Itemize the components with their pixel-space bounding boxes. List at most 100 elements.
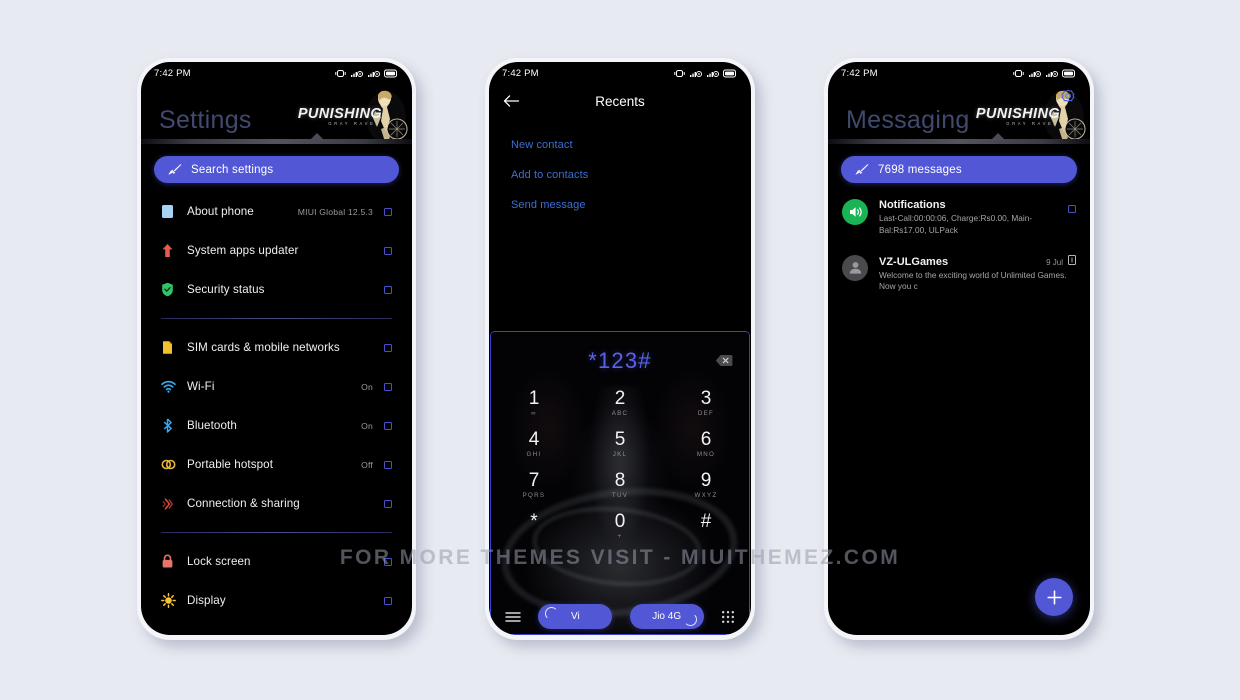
chevron-box-icon (384, 382, 392, 391)
sword-icon (168, 164, 182, 175)
battery-icon (723, 69, 736, 77)
sim-indicator-icon (1068, 254, 1076, 265)
settings-row-system-apps-updater[interactable]: System apps updater (141, 231, 412, 270)
key-digit: 6 (700, 428, 712, 450)
settings-row-wifi[interactable]: Wi-Fi On (141, 367, 412, 406)
messages-search-input[interactable]: 7698 messages (841, 156, 1077, 183)
dialpad-key-1[interactable]: 1 ∞ (491, 386, 577, 421)
signal-sim1-icon (351, 70, 363, 77)
status-bar-icons (674, 69, 737, 78)
call-button-sim1[interactable]: Vi (538, 604, 613, 629)
signal-sim2-icon (707, 70, 719, 77)
dialpad-key-5[interactable]: 5 JKL (577, 427, 663, 462)
sim-card-icon (161, 340, 187, 355)
key-sub: DEF (697, 409, 715, 417)
chevron-box-icon (1068, 205, 1076, 213)
sword-icon (855, 164, 869, 175)
dialpad-key-4[interactable]: 4 GHI (491, 427, 577, 462)
screenshot-stage: 7:42 PM Settings PUNISHING GRAY RAVEN Se… (0, 0, 1240, 700)
settings-row-label: Lock screen (187, 555, 251, 568)
shield-check-icon (161, 282, 187, 297)
dialpad-key-6[interactable]: 6 MNO (663, 427, 749, 462)
settings-row-label: System apps updater (187, 244, 299, 257)
action-add-to-contacts[interactable]: Add to contacts (489, 160, 751, 190)
status-bar: 7:42 PM (489, 62, 751, 84)
key-sub: WXYZ (694, 491, 718, 499)
settings-row-label: Connection & sharing (187, 497, 300, 510)
chevron-box-icon (384, 460, 392, 469)
message-thread-notifications[interactable]: Notifications Last-Call:00:00:06, Charge… (828, 190, 1090, 246)
chevron-box-icon (384, 207, 392, 216)
key-sub: MNO (696, 450, 716, 458)
settings-gear-icon[interactable] (1060, 89, 1076, 105)
call-handset-icon (545, 607, 559, 620)
thread-top-row: VZ-ULGames 9 Jul (879, 254, 1076, 268)
bluetooth-icon (161, 418, 187, 433)
vibrate-icon (674, 69, 685, 77)
dialpad-key-9[interactable]: 9 WXYZ (663, 468, 749, 503)
battery-icon (384, 69, 397, 77)
connection-sharing-icon (161, 497, 187, 511)
header-divider (828, 139, 1090, 144)
action-send-message[interactable]: Send message (489, 190, 751, 220)
call-button-sim2[interactable]: Jio 4G (629, 604, 704, 629)
key-digit: 4 (528, 428, 540, 450)
settings-row-sim-cards[interactable]: SIM cards & mobile networks (141, 328, 412, 367)
dialpad-key-3[interactable]: 3 DEF (663, 386, 749, 421)
key-digit: 9 (700, 469, 712, 491)
call-button-label: Jio 4G (652, 611, 682, 622)
status-bar: 7:42 PM (828, 62, 1090, 84)
chevron-box-icon (384, 499, 392, 508)
settings-row-connection-sharing[interactable]: Connection & sharing (141, 484, 412, 523)
backspace-icon[interactable] (715, 354, 733, 367)
back-arrow-icon[interactable] (503, 94, 520, 108)
dialpad-key-2[interactable]: 2 ABC (577, 386, 663, 421)
key-sub: GHI (526, 450, 542, 458)
settings-row-bluetooth[interactable]: Bluetooth On (141, 406, 412, 445)
thread-date: 9 Jul (1046, 257, 1063, 267)
chevron-box-icon (384, 421, 392, 430)
signal-sim1-icon (1029, 70, 1041, 77)
phone-mockup-dialer: 7:42 PM Recents New contact Add to conta… (485, 58, 755, 640)
status-bar-icons (335, 69, 398, 78)
settings-header: Settings PUNISHING GRAY RAVEN (141, 84, 412, 150)
settings-row-portable-hotspot[interactable]: Portable hotspot Off (141, 445, 412, 484)
dialpad-key-star[interactable]: * (491, 509, 577, 544)
action-new-contact[interactable]: New contact (489, 130, 751, 160)
dialpad-key-8[interactable]: 8 TUV (577, 468, 663, 503)
key-digit: 8 (614, 469, 626, 491)
key-digit: 1 (528, 388, 540, 409)
dialpad-key-hash[interactable]: # (663, 509, 749, 544)
settings-row-lock-screen[interactable]: Lock screen (141, 542, 412, 581)
thread-body: Notifications Last-Call:00:00:06, Charge… (879, 199, 1060, 237)
settings-row-about-phone[interactable]: About phone MIUI Global 12.5.3 (141, 192, 412, 231)
settings-row-security-status[interactable]: Security status (141, 270, 412, 309)
key-digit: # (700, 510, 712, 532)
status-bar-icons (1013, 69, 1076, 78)
thread-sender: Notifications (879, 199, 946, 211)
hamburger-menu-icon[interactable] (505, 611, 521, 623)
about-phone-icon (161, 204, 187, 219)
messaging-screen: 7:42 PM Messaging PUNISHING GRAY RAVEN 7… (828, 62, 1090, 635)
chevron-box-icon (384, 557, 392, 566)
key-sub: ABC (611, 409, 629, 417)
dialer-top-bar: Recents (489, 84, 751, 118)
message-thread-list: Notifications Last-Call:00:00:06, Charge… (828, 183, 1090, 302)
settings-row-display[interactable]: Display (141, 581, 412, 620)
dialpad-key-7[interactable]: 7 PQRS (491, 468, 577, 503)
dialpad-grid-icon[interactable] (721, 610, 735, 624)
brand-wordmark: PUNISHING (297, 106, 382, 122)
signal-sim2-icon (368, 70, 380, 77)
messages-count-label: 7698 messages (878, 163, 962, 176)
hotspot-icon (161, 458, 187, 471)
person-icon (849, 262, 861, 274)
status-bar: 7:42 PM (141, 62, 412, 84)
dialpad-key-0[interactable]: 0 + (577, 509, 663, 544)
new-message-fab[interactable] (1035, 578, 1073, 616)
search-input[interactable]: Search settings (154, 156, 399, 183)
phone-mockup-messaging: 7:42 PM Messaging PUNISHING GRAY RAVEN 7… (824, 58, 1094, 640)
key-digit: 7 (528, 469, 540, 491)
message-thread-vz-ulgames[interactable]: VZ-ULGames 9 Jul Welcome to the exciting… (828, 246, 1090, 303)
avatar (842, 199, 868, 225)
lock-icon (161, 554, 187, 569)
